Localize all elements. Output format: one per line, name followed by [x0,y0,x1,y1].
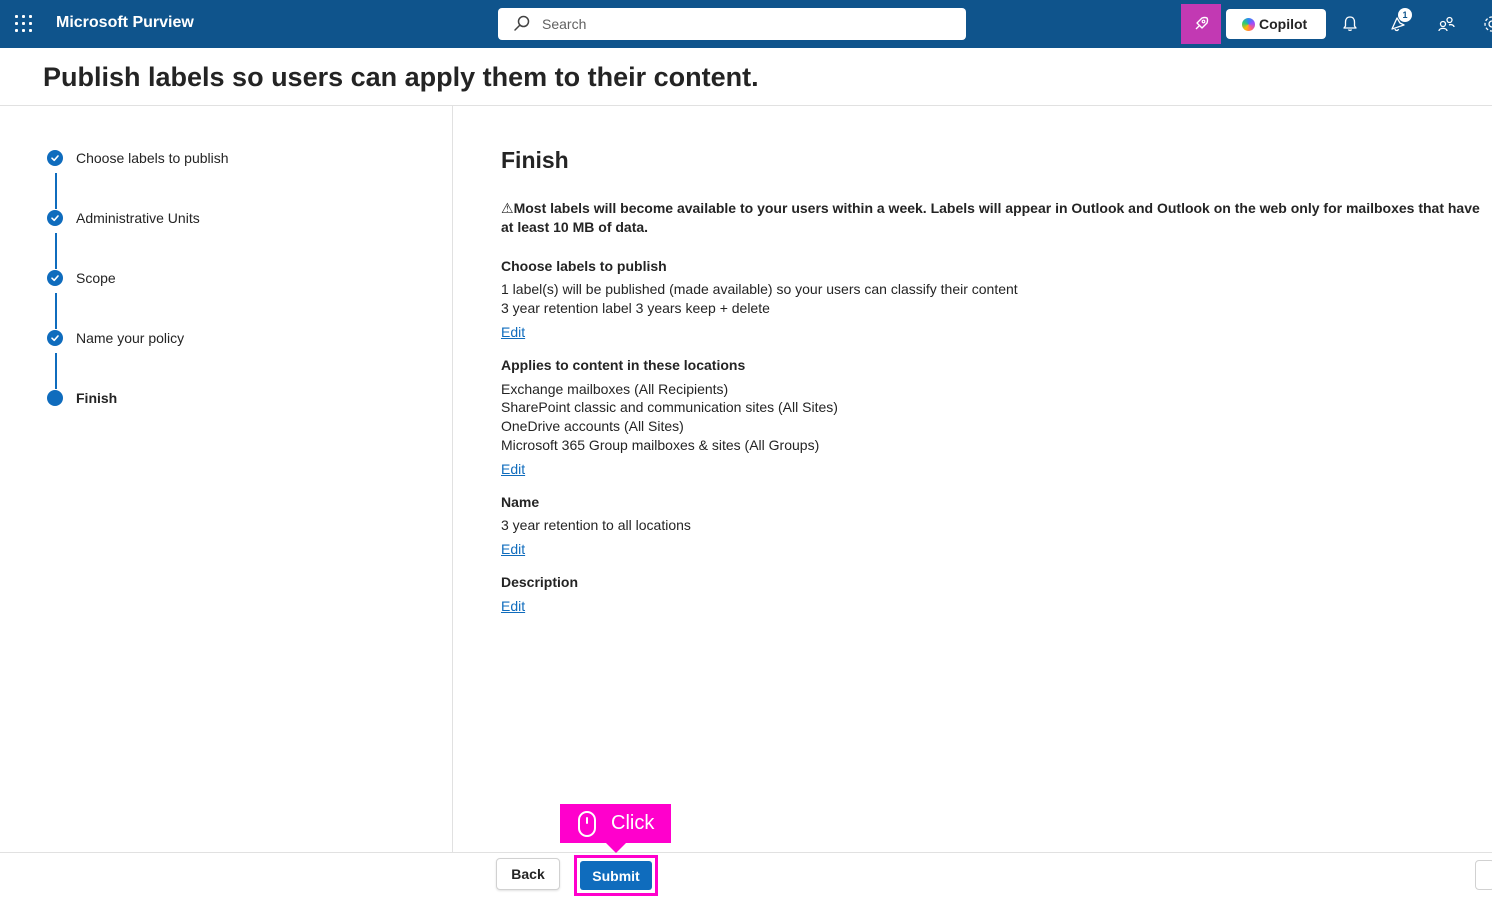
step-label: Scope [76,270,116,286]
check-icon [47,270,63,286]
summary-line: 3 year retention to all locations [501,517,691,533]
edit-description-link[interactable]: Edit [501,598,525,614]
settings-icon[interactable] [1482,14,1492,34]
warning-text: Most labels will become available to you… [501,200,1480,235]
summary-line: SharePoint classic and communication sit… [501,399,838,415]
search-input[interactable]: Search [542,16,586,32]
step-label: Name your policy [76,330,185,346]
summary-line: 3 year retention label 3 years keep + de… [501,300,770,316]
summary-line: 1 label(s) will be published (made avail… [501,281,1018,297]
warning-icon: ⚠ [501,200,514,216]
wizard-stepper: Choose labels to publish Administrative … [0,106,453,852]
step-connector [55,353,57,389]
back-button[interactable]: Back [496,858,560,890]
section-title: Finish [501,147,569,173]
rocket-button[interactable] [1181,4,1221,44]
summary-heading-description: Description [501,574,579,590]
waffle-icon[interactable] [15,15,33,33]
step-connector [55,173,57,209]
check-icon [47,150,63,166]
summary-heading-locations: Applies to content in these locations [501,357,746,373]
footer-divider [0,852,1492,853]
copilot-icon [1242,17,1255,31]
click-annotation-arrow [606,843,626,853]
copilot-label: Copilot [1259,16,1308,32]
step-label: Choose labels to publish [76,150,229,166]
app-title[interactable]: Microsoft Purview [56,14,194,32]
click-label: Click [611,812,655,834]
step-label: Administrative Units [76,210,200,226]
edit-locations-link[interactable]: Edit [501,461,525,477]
current-step-dot [47,390,63,406]
bell-icon[interactable] [1340,14,1360,34]
check-icon [47,210,63,226]
mouse-icon [578,810,596,837]
summary-line: Microsoft 365 Group mailboxes & sites (A… [501,437,820,453]
top-bar: Microsoft Purview Search Copilot 1 [0,0,1492,48]
summary-heading-name: Name [501,494,540,510]
submit-button[interactable]: Submit [580,861,652,890]
summary-line: OneDrive accounts (All Sites) [501,418,684,434]
step-label: Finish [76,390,118,406]
search-icon [514,15,530,31]
rocket-icon [1195,16,1209,30]
check-icon [47,330,63,346]
notification-badge: 1 [1398,8,1412,22]
summary-heading-labels: Choose labels to publish [501,258,667,274]
edit-name-link[interactable]: Edit [501,541,525,557]
summary-line: Exchange mailboxes (All Recipients) [501,381,729,397]
warning-message: ⚠Most labels will become available to yo… [501,199,1486,237]
search-box[interactable]: Search [498,8,966,40]
people-icon[interactable] [1436,14,1456,34]
copilot-button[interactable]: Copilot [1226,9,1326,39]
edit-labels-link[interactable]: Edit [501,324,525,340]
step-connector [55,233,57,269]
step-connector [55,293,57,329]
click-annotation: Click [560,804,671,843]
feedback-button[interactable] [1475,860,1492,890]
page-title: Publish labels so users can apply them t… [43,62,759,92]
submit-highlight: Submit [574,855,658,896]
